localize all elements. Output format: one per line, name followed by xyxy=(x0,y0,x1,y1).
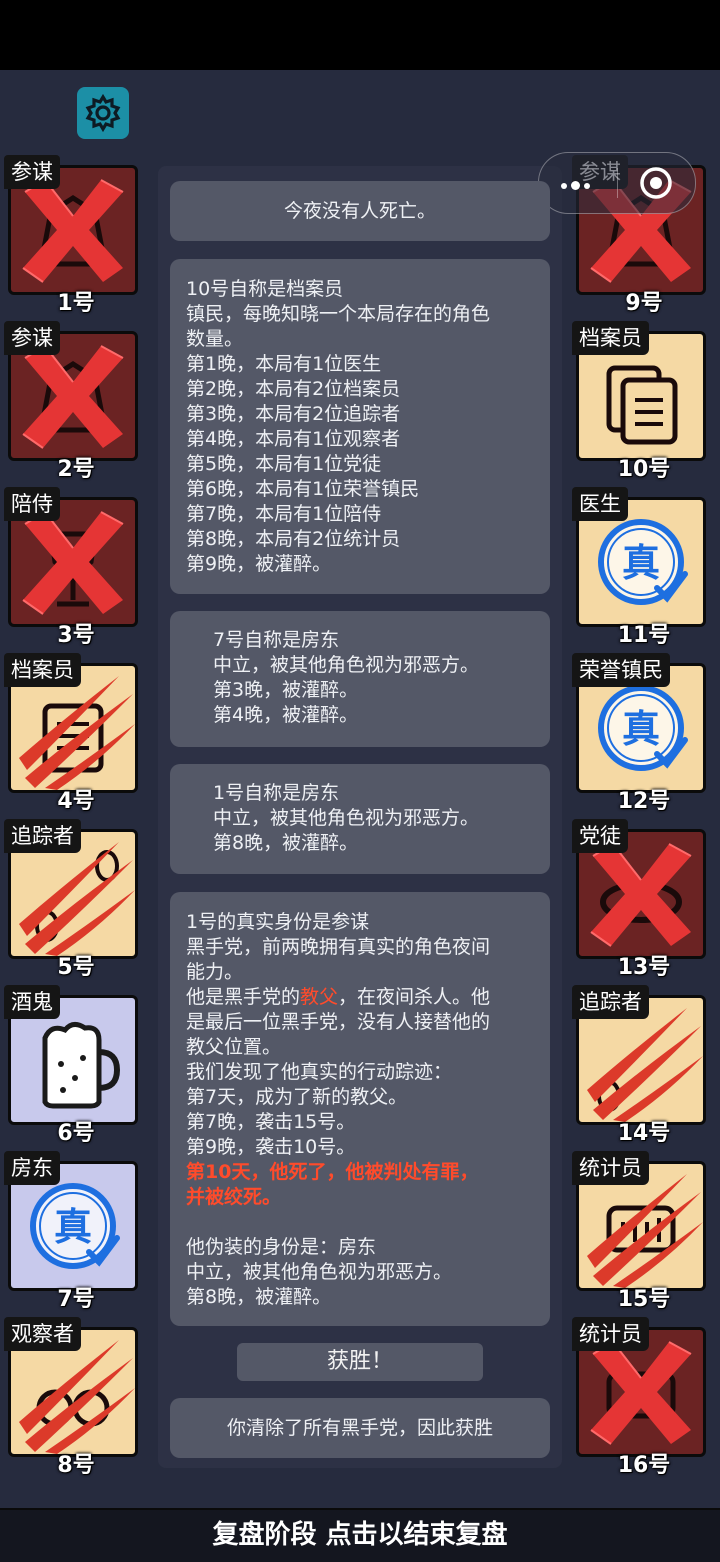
message-text: 他是黑手党的 xyxy=(186,986,301,1008)
message-bubble: 7号自称是房东 中立，被其他角色视为邪恶方。 第3晚，被灌醉。 第4晚，被灌醉。 xyxy=(170,611,550,747)
message-line: 他是黑手党的教父，在夜间杀人。他 xyxy=(186,985,534,1010)
message-line: 第6晚，本局有1位荣誉镇民 xyxy=(186,478,420,500)
message-line: 第8晚，被灌醉。 xyxy=(213,832,359,854)
role-tag: 房东 xyxy=(4,1151,60,1185)
player-number: 1号 xyxy=(57,291,95,316)
message-line: 1号的真实身份是参谋 xyxy=(186,911,370,933)
player-number: 5号 xyxy=(57,955,95,980)
role-tag: 党徒 xyxy=(572,819,628,853)
end-review-button[interactable]: 复盘阶段 点击以结束复盘 xyxy=(0,1508,720,1562)
player-number: 12号 xyxy=(617,789,671,814)
message-text: ，在夜间杀人。他 xyxy=(338,986,491,1008)
message-line: 第8晚，本局有2位统计员 xyxy=(186,528,401,550)
message-bubble: 10号自称是档案员 镇民，每晚知晓一个本局存在的角色 数量。 第1晚，本局有1位… xyxy=(170,259,550,594)
message-line: 第5晚，本局有1位党徒 xyxy=(186,453,382,475)
role-tag: 追踪者 xyxy=(4,819,81,853)
role-tag: 档案员 xyxy=(572,321,649,355)
message-line: 第2晚，本局有2位档案员 xyxy=(186,378,401,400)
message-line: 1号自称是房东 xyxy=(213,782,340,804)
player-number: 7号 xyxy=(57,1287,95,1312)
message-line: 第3晚，本局有2位追踪者 xyxy=(186,403,401,425)
message-line: 镇民，每晚知晓一个本局存在的角色 xyxy=(186,303,491,325)
highlight-line: 并被绞死。 xyxy=(186,1186,282,1208)
role-tag: 观察者 xyxy=(4,1317,81,1351)
message-line: 他伪装的身份是：房东 xyxy=(186,1236,377,1258)
player-number: 2号 xyxy=(57,457,95,482)
message-line: 第9晚，袭击10号。 xyxy=(186,1136,356,1158)
role-tag: 参谋 xyxy=(4,155,60,189)
message-bubble: 1号自称是房东 中立，被其他角色视为邪恶方。 第8晚，被灌醉。 xyxy=(170,764,550,874)
message-line: 教父位置。 xyxy=(186,1036,282,1058)
message-line: 中立，被其他角色视为邪恶方。 xyxy=(213,654,480,676)
message-line: 第7晚，本局有1位陪侍 xyxy=(186,503,382,525)
mini-program-capsule xyxy=(538,152,696,214)
player-number: 15号 xyxy=(617,1287,671,1312)
message-line: 7号自称是房东 xyxy=(213,629,340,651)
player-number: 6号 xyxy=(57,1121,95,1146)
message-line: 第1晚，本局有1位医生 xyxy=(186,353,382,375)
player-number: 3号 xyxy=(57,623,95,648)
message-line: 第7天，成为了新的教父。 xyxy=(186,1086,408,1108)
message-line: 是最后一位黑手党，没有人接替他的 xyxy=(186,1011,491,1033)
stamp-text: 真 xyxy=(54,1205,92,1249)
message-line: 数量。 xyxy=(186,328,244,350)
player-number: 11号 xyxy=(617,623,671,648)
settings-button[interactable] xyxy=(77,87,129,139)
message-line: 10号自称是档案员 xyxy=(186,278,344,300)
capsule-divider xyxy=(617,168,618,198)
role-tag: 档案员 xyxy=(4,653,81,687)
stamp-text: 真 xyxy=(622,707,660,751)
message-line: 你清除了所有黑手党，因此获胜 xyxy=(226,1417,493,1439)
role-tag: 荣誉镇民 xyxy=(572,653,670,687)
victory-banner: 获胜！ xyxy=(237,1343,483,1381)
gear-icon xyxy=(85,94,121,132)
role-tag: 追踪者 xyxy=(572,985,649,1019)
highlight-line: 第10天，他死了，他被判处有罪， xyxy=(186,1161,479,1183)
player-number: 4号 xyxy=(57,789,95,814)
message-line: 能力。 xyxy=(186,961,244,983)
player-number: 10号 xyxy=(617,457,671,482)
message-line: 我们发现了他真实的行动踪迹： xyxy=(186,1061,453,1083)
message-line: 中立，被其他角色视为邪恶方。 xyxy=(213,807,480,829)
role-tag: 统计员 xyxy=(572,1151,649,1185)
stamp-text: 真 xyxy=(622,541,660,585)
role-tag: 酒鬼 xyxy=(4,985,60,1019)
message-line: 黑手党，前两晚拥有真实的角色夜间 xyxy=(186,936,491,958)
role-tag: 统计员 xyxy=(572,1317,649,1351)
player-number: 8号 xyxy=(57,1453,95,1478)
message-bubble: 1号的真实身份是参谋 黑手党，前两晚拥有真实的角色夜间 能力。 他是黑手党的教父… xyxy=(170,892,550,1326)
message-line: 第4晚，本局有1位观察者 xyxy=(186,428,401,450)
player-number: 16号 xyxy=(617,1453,671,1478)
message-line: 第7晚，袭击15号。 xyxy=(186,1111,356,1133)
message-line: 第9晚，被灌醉。 xyxy=(186,553,332,575)
role-tag: 医生 xyxy=(572,487,628,521)
status-bar xyxy=(0,0,720,70)
message-line: 第3晚，被灌醉。 xyxy=(213,679,359,701)
player-number: 14号 xyxy=(617,1121,671,1146)
message-line: 第8晚，被灌醉。 xyxy=(186,1286,332,1308)
role-tag: 参谋 xyxy=(4,321,60,355)
role-tag: 陪侍 xyxy=(4,487,60,521)
highlight-text: 教父 xyxy=(300,986,339,1008)
message-line: 中立，被其他角色视为邪恶方。 xyxy=(186,1261,453,1283)
message-bubble: 今夜没有人死亡。 xyxy=(170,181,550,241)
target-circle-icon[interactable] xyxy=(639,166,673,200)
message-bubble: 你清除了所有黑手党，因此获胜 xyxy=(170,1398,550,1458)
player-number: 13号 xyxy=(617,955,671,980)
player-number: 9号 xyxy=(625,291,663,316)
message-line: 第4晚，被灌醉。 xyxy=(213,704,359,726)
more-dots-icon[interactable] xyxy=(561,181,590,190)
message-line: 今夜没有人死亡。 xyxy=(283,200,436,222)
